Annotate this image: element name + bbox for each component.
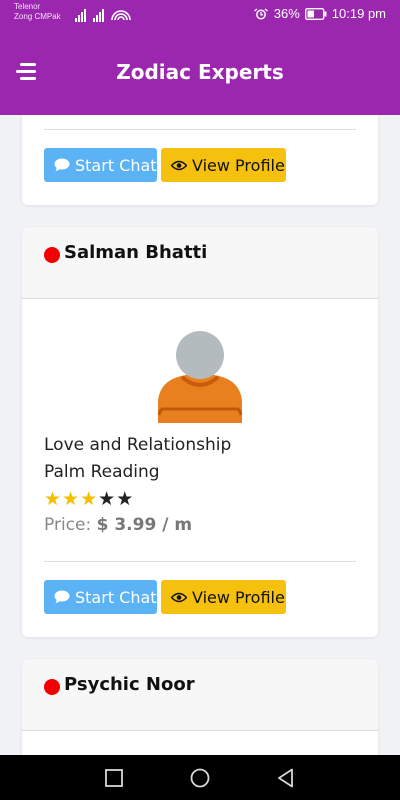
- recent-apps-icon[interactable]: [103, 767, 125, 789]
- navigation-bar: [0, 755, 400, 800]
- rating-stars: ★★★★★: [44, 489, 134, 509]
- price: Price: $ 3.99 / m: [44, 515, 192, 535]
- home-icon[interactable]: [189, 767, 211, 789]
- start-chat-button[interactable]: Start Chat: [44, 580, 157, 614]
- carrier-info: Telenor Zong CMPak: [14, 2, 61, 22]
- experts-list[interactable]: Start Chat View Profile Salman Bhatti Lo…: [0, 115, 400, 755]
- signal-icon: [75, 9, 131, 22]
- expert-card: Psychic Noor: [22, 659, 378, 755]
- card-divider: [44, 129, 356, 130]
- card-header: Psychic Noor: [22, 659, 378, 731]
- avatar: [158, 331, 242, 423]
- star-empty-icon: ★: [98, 488, 117, 510]
- page-title: Zodiac Experts: [116, 60, 284, 84]
- card-header: Salman Bhatti: [22, 227, 378, 299]
- specialty: Love and Relationship: [44, 435, 232, 455]
- carrier-name-1: Telenor: [14, 2, 41, 11]
- clock: 10:19 pm: [331, 6, 386, 21]
- status-dot: [44, 247, 60, 263]
- view-profile-button[interactable]: View Profile: [161, 148, 286, 182]
- star-filled-icon: ★: [80, 488, 99, 510]
- view-profile-label: View Profile: [192, 155, 285, 175]
- start-chat-button[interactable]: Start Chat: [44, 148, 157, 182]
- expert-card: Start Chat View Profile: [22, 115, 378, 205]
- expert-name[interactable]: Psychic Noor: [64, 674, 195, 695]
- app-header: Zodiac Experts: [0, 30, 400, 115]
- star-filled-icon: ★: [62, 488, 81, 510]
- view-profile-label: View Profile: [192, 587, 285, 607]
- expert-card: Salman Bhatti Love and Relationship Palm…: [22, 227, 378, 637]
- price-value: $ 3.99 / m: [96, 515, 193, 535]
- alarm-icon: [253, 7, 268, 19]
- battery-percent: 36%: [273, 6, 300, 21]
- carrier-name-2: Zong CMPak: [14, 12, 61, 21]
- price-label: Price:: [44, 515, 92, 535]
- status-dot: [44, 679, 60, 695]
- chat-icon: [54, 590, 70, 604]
- star-filled-icon: ★: [44, 488, 63, 510]
- start-chat-label: Start Chat: [75, 155, 157, 175]
- status-right: 36% 10:19 pm: [253, 6, 386, 21]
- battery-icon: [304, 7, 327, 20]
- expert-name[interactable]: Salman Bhatti: [64, 242, 207, 263]
- eye-icon: [171, 160, 187, 170]
- star-empty-icon: ★: [116, 488, 135, 510]
- eye-icon: [171, 592, 187, 602]
- specialty: Palm Reading: [44, 462, 160, 482]
- chat-icon: [54, 158, 70, 172]
- status-bar: Telenor Zong CMPak 36% 10:19 pm: [0, 0, 400, 30]
- card-divider: [44, 561, 356, 562]
- view-profile-button[interactable]: View Profile: [161, 580, 286, 614]
- back-icon[interactable]: [275, 767, 297, 789]
- start-chat-label: Start Chat: [75, 587, 157, 607]
